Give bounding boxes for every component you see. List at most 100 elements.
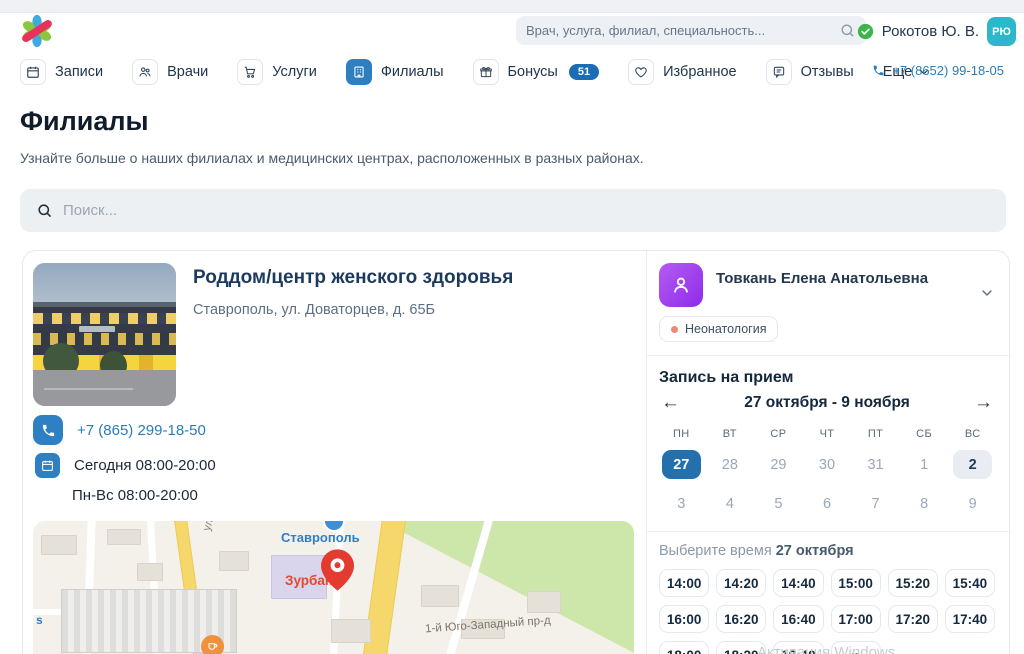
branch-map[interactable]: Ставрополь ул. 50 лет ВЛКС Зурбан 1-й Юг… (33, 521, 634, 654)
date-disabled[interactable]: 5 (754, 489, 803, 518)
doctor-name: Товкань Елена Анатольевна (716, 270, 979, 287)
branch-search-input[interactable] (63, 202, 990, 219)
date-disabled[interactable]: 29 (754, 450, 803, 479)
time-slot[interactable]: 15:20 (888, 569, 938, 597)
nav-item-uslugi[interactable]: Услуги (237, 59, 317, 85)
date-disabled[interactable]: 30 (803, 450, 852, 479)
time-slot[interactable]: 15:00 (831, 569, 881, 597)
date-disabled[interactable]: 6 (803, 489, 852, 518)
nav-label: Отзывы (801, 64, 854, 80)
time-slot[interactable]: 16:40 (773, 605, 823, 633)
date-selected[interactable]: 27 (662, 450, 701, 479)
nav-item-otzyvy[interactable]: Отзывы (766, 59, 854, 85)
time-prompt-text: Выберите время (659, 543, 772, 559)
booking-panel: Товкань Елена Анатольевна Неонатология З… (646, 251, 1011, 654)
reviews-icon (766, 59, 792, 85)
page-title: Филиалы (20, 106, 149, 137)
prev-week-button[interactable]: ← (661, 393, 680, 412)
specialty-label: Неонатология (685, 322, 766, 336)
schedule-today: Сегодня 08:00-20:00 (74, 457, 216, 474)
branch-schedule-row: Сегодня 08:00-20:00 (35, 453, 216, 478)
branch-search (20, 189, 1006, 232)
time-slot[interactable]: 14:00 (659, 569, 709, 597)
nav-item-vrachi[interactable]: Врачи (132, 59, 208, 85)
map-city-label: Ставрополь (281, 530, 360, 545)
time-slot[interactable]: 17:00 (831, 605, 881, 633)
doctors-icon (132, 59, 158, 85)
weekday-label: ПТ (851, 428, 900, 440)
schedule-week: Пн-Вс 08:00-20:00 (72, 487, 198, 504)
user-account[interactable]: Рокотов Ю. В. РЮ (857, 17, 1016, 46)
phone-icon (872, 64, 885, 77)
date-available[interactable]: 2 (953, 450, 992, 479)
search-icon[interactable] (839, 22, 856, 39)
calendar-icon (20, 59, 46, 85)
phone-icon (33, 415, 63, 445)
time-slots: 14:00 14:20 14:40 15:00 15:20 15:40 16:0… (659, 569, 995, 654)
date-disabled[interactable]: 28 (706, 450, 755, 479)
branch-photo[interactable] (33, 263, 176, 406)
page-subtitle: Узнайте больше о наших филиалах и медици… (20, 150, 644, 166)
nav-item-izbrannoe[interactable]: Избранное (628, 59, 736, 85)
map-pin-icon[interactable] (321, 549, 354, 591)
branch-address: Ставрополь, ул. Доваторцев, д. 65Б (193, 302, 435, 318)
nav-item-zapisi[interactable]: Записи (20, 59, 103, 85)
global-search-input[interactable] (526, 23, 839, 38)
cart-icon (237, 59, 263, 85)
chevron-down-icon[interactable] (979, 285, 995, 301)
weekday-label: ПН (657, 428, 706, 440)
main-nav: Записи Врачи Услуги (20, 57, 931, 87)
nav-label: Избранное (663, 64, 736, 80)
date-disabled[interactable]: 4 (706, 489, 755, 518)
clinic-phone-number: +7 (8652) 99-18-05 (892, 63, 1004, 78)
date-disabled[interactable]: 8 (900, 489, 949, 518)
dates-week-1: 27 28 29 30 31 1 2 (657, 450, 997, 479)
time-prompt: Выберите время 27 октября (659, 543, 995, 559)
weekday-label: СБ (900, 428, 949, 440)
weekday-label: ЧТ (803, 428, 852, 440)
time-slot[interactable]: 16:00 (659, 605, 709, 633)
time-slot[interactable]: 14:40 (773, 569, 823, 597)
building-icon (346, 59, 372, 85)
bonus-badge: 51 (569, 64, 599, 80)
weekday-label: СР (754, 428, 803, 440)
gift-icon (473, 59, 499, 85)
dates-week-2: 3 4 5 6 7 8 9 (657, 489, 997, 518)
time-slot[interactable]: 17:20 (888, 605, 938, 633)
time-prompt-date: 27 октября (776, 543, 854, 559)
nav-item-bonusy[interactable]: Бонусы 51 (473, 59, 600, 85)
calendar-header: ← 27 октября - 9 ноября → (661, 393, 993, 412)
map-street-label: ул. 50 лет ВЛКС (201, 521, 235, 532)
nav-item-filialy[interactable]: Филиалы (346, 59, 444, 85)
branch-card: Роддом/центр женского здоровья Ставропол… (22, 250, 1010, 654)
date-disabled[interactable]: 9 (948, 489, 997, 518)
branch-phone-link[interactable]: +7 (865) 299-18-50 (77, 422, 206, 439)
date-disabled[interactable]: 3 (657, 489, 706, 518)
calendar-icon (35, 453, 60, 478)
user-avatar[interactable]: РЮ (987, 17, 1016, 46)
time-slot[interactable]: 18:00 (659, 641, 709, 654)
doctor-header[interactable]: Товкань Елена Анатольевна (647, 251, 1011, 307)
date-disabled[interactable]: 1 (900, 450, 949, 479)
date-disabled[interactable]: 7 (851, 489, 900, 518)
time-slot[interactable]: 16:20 (716, 605, 766, 633)
branch-phone-row: +7 (865) 299-18-50 (33, 415, 206, 445)
time-slot[interactable]: 17:40 (945, 605, 995, 633)
cafe-poi-icon (201, 635, 224, 654)
time-slot[interactable]: 15:40 (945, 569, 995, 597)
doctor-avatar-icon (659, 263, 703, 307)
nav-label: Врачи (167, 64, 208, 80)
next-week-button[interactable]: → (974, 393, 993, 412)
date-disabled[interactable]: 31 (851, 450, 900, 479)
nav-label: Услуги (272, 64, 317, 80)
clinic-phone-link[interactable]: +7 (8652) 99-18-05 (872, 63, 1004, 78)
heart-icon (628, 59, 654, 85)
divider (647, 531, 1011, 532)
nav-label: Филиалы (381, 64, 444, 80)
map-corner-label: s (36, 613, 43, 627)
branches-page: Рокотов Ю. В. РЮ Записи Врачи (0, 0, 1024, 654)
time-slot[interactable]: 14:20 (716, 569, 766, 597)
clinic-logo-icon[interactable] (20, 14, 54, 48)
nav-label: Бонусы (508, 64, 558, 80)
branch-name[interactable]: Роддом/центр женского здоровья (193, 267, 513, 289)
